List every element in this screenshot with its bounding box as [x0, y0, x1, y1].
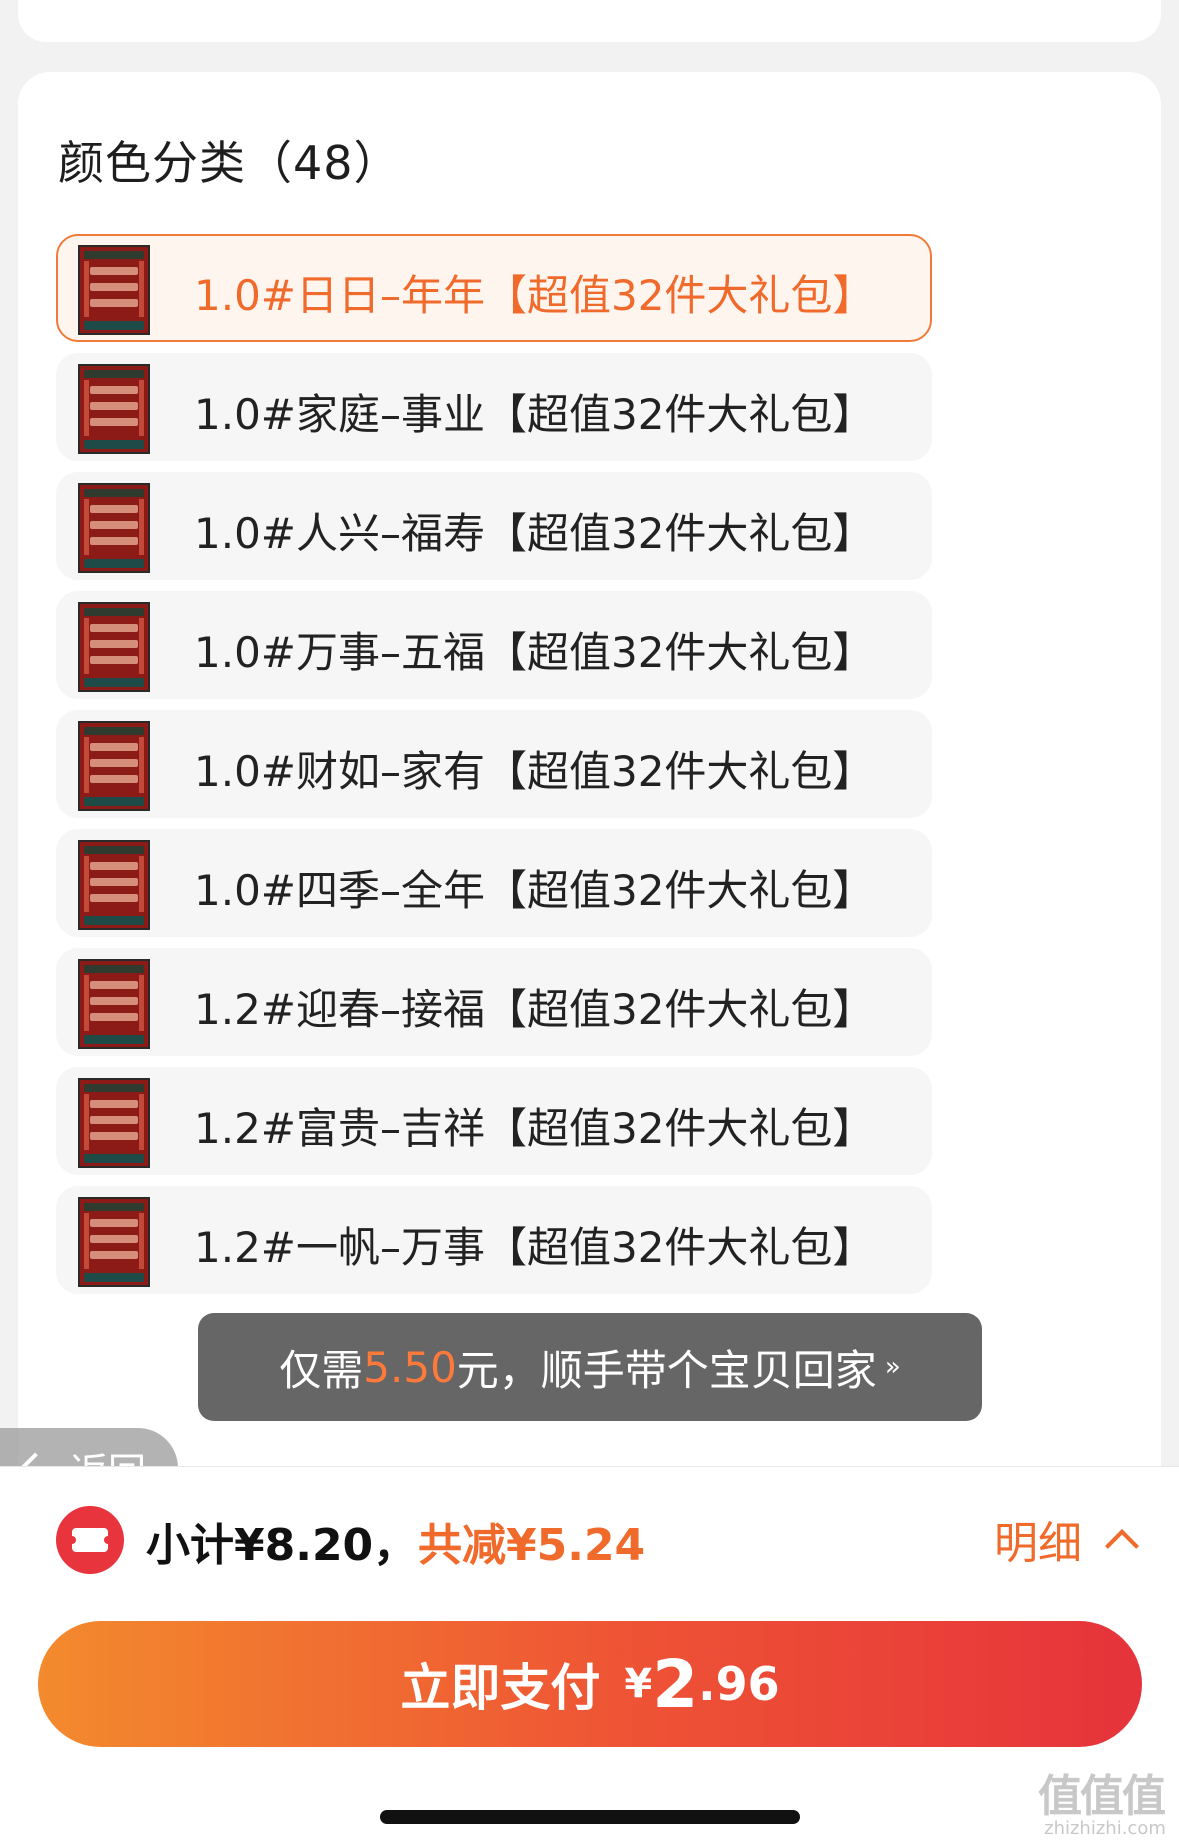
sku-label: 1.2#富贵–吉祥【超值32件大礼包】	[194, 1104, 875, 1153]
discount-text: 共减¥5.24	[418, 1520, 646, 1571]
watermark-url: zhizhizhi.com	[1044, 1818, 1166, 1839]
sku-thumbnail	[78, 483, 150, 573]
sku-option[interactable]: 1.0#四季–全年【超值32件大礼包】	[56, 829, 932, 937]
sku-thumbnail	[78, 840, 150, 930]
pay-amount-integer: 2	[652, 1645, 699, 1723]
watermark-logo: 值值值	[1038, 1771, 1166, 1822]
sku-option[interactable]: 1.0#日日–年年【超值32件大礼包】	[56, 234, 932, 342]
sku-thumbnail	[78, 364, 150, 454]
detail-label: 明细	[994, 1518, 1082, 1569]
pay-label: 立即支付	[400, 1659, 601, 1717]
sku-label: 1.0#人兴–福寿【超值32件大礼包】	[194, 509, 875, 558]
addon-toast[interactable]: 仅需 5.50 元，顺手带个宝贝回家 »	[198, 1313, 982, 1421]
pay-amount-decimal: .96	[698, 1657, 780, 1711]
sku-option[interactable]: 1.0#财如–家有【超值32件大礼包】	[56, 710, 932, 818]
sku-thumbnail	[78, 959, 150, 1049]
sku-label: 1.0#财如–家有【超值32件大礼包】	[194, 747, 875, 796]
sku-thumbnail	[78, 245, 150, 335]
chevron-up-icon	[1105, 1529, 1139, 1563]
pay-currency: ¥	[624, 1661, 653, 1707]
sku-option[interactable]: 1.0#万事–五福【超值32件大礼包】	[56, 591, 932, 699]
pay-now-button[interactable]: 立即支付 ¥ 2 .96	[38, 1621, 1142, 1747]
toast-price: 5.50	[363, 1342, 457, 1392]
sku-label: 1.0#日日–年年【超值32件大礼包】	[194, 271, 875, 320]
sku-option[interactable]: 1.2#迎春–接福【超值32件大礼包】	[56, 948, 932, 1056]
toast-suffix: 元，顺手带个宝贝回家	[456, 1345, 877, 1395]
home-indicator[interactable]	[380, 1810, 800, 1824]
chevron-down-icon: »	[884, 1352, 901, 1382]
sku-label: 1.0#四季–全年【超值32件大礼包】	[194, 866, 875, 915]
sku-label: 1.0#家庭–事业【超值32件大礼包】	[194, 390, 875, 439]
sku-option[interactable]: 1.0#人兴–福寿【超值32件大礼包】	[56, 472, 932, 580]
sku-option[interactable]: 1.0#家庭–事业【超值32件大礼包】	[56, 353, 932, 461]
coupon-icon	[56, 1506, 124, 1574]
sku-label: 1.2#迎春–接福【超值32件大礼包】	[194, 985, 875, 1034]
sku-label: 1.0#万事–五福【超值32件大礼包】	[194, 628, 875, 677]
subtotal-text: 小计¥8.20，	[146, 1520, 418, 1571]
sku-thumbnail	[78, 1197, 150, 1287]
toast-prefix: 仅需	[279, 1345, 364, 1395]
sku-thumbnail	[78, 1078, 150, 1168]
sku-option[interactable]: 1.2#一帆–万事【超值32件大礼包】	[56, 1186, 932, 1294]
sku-label: 1.2#一帆–万事【超值32件大礼包】	[194, 1223, 875, 1272]
previous-card	[18, 0, 1161, 42]
sku-thumbnail	[78, 721, 150, 811]
sku-option[interactable]: 1.2#富贵–吉祥【超值32件大礼包】	[56, 1067, 932, 1175]
checkout-bar: 小计¥8.20， 共减¥5.24 明细 立即支付 ¥ 2 .96	[0, 1466, 1179, 1847]
detail-button[interactable]: 明细	[994, 1507, 1139, 1571]
section-title: 颜色分类（48）	[58, 136, 401, 190]
sku-thumbnail	[78, 602, 150, 692]
